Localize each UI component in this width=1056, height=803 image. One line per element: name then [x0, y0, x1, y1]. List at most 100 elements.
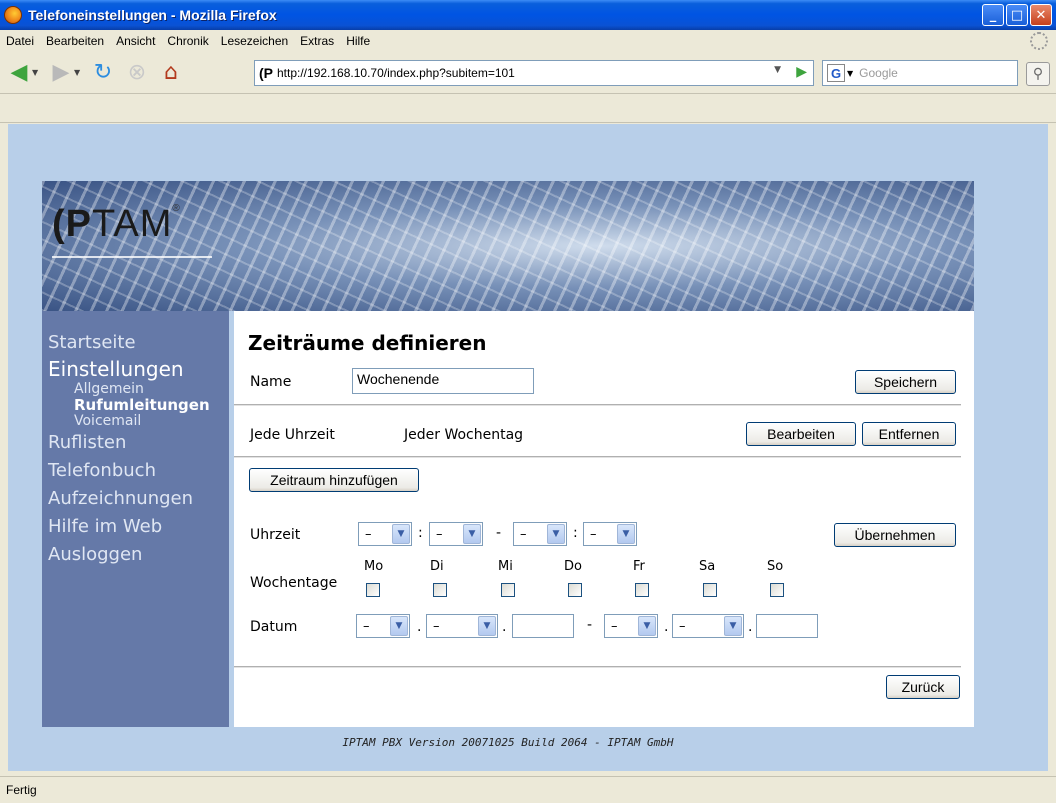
menu-bar: Datei Bearbeiten Ansicht Chronik Lesezei…: [0, 30, 1056, 52]
checkbox-so[interactable]: [770, 583, 784, 597]
rule-time-text: Jede Uhrzeit: [250, 427, 335, 443]
name-input[interactable]: Wochenende: [352, 368, 534, 394]
edit-button[interactable]: Bearbeiten: [746, 422, 856, 446]
time-to-minute-select[interactable]: – ▼: [583, 522, 637, 546]
apply-button[interactable]: Übernehmen: [834, 523, 956, 547]
iptam-logo: (PTAM®: [52, 203, 181, 245]
menu-hilfe[interactable]: Hilfe: [340, 34, 376, 48]
date-to-day-select[interactable]: – ▼: [604, 614, 658, 638]
search-engine-dropdown-icon[interactable]: ▼: [847, 69, 853, 78]
menu-lesezeichen[interactable]: Lesezeichen: [215, 34, 294, 48]
back-icon[interactable]: ◀: [4, 58, 34, 88]
checkbox-mo[interactable]: [366, 583, 380, 597]
checkbox-do[interactable]: [568, 583, 582, 597]
weekdays-label: Wochentage: [250, 575, 338, 591]
checkbox-sa[interactable]: [703, 583, 717, 597]
url-text[interactable]: http://192.168.10.70/index.php?subitem=1…: [277, 66, 515, 80]
checkbox-di[interactable]: [433, 583, 447, 597]
checkbox-mi[interactable]: [501, 583, 515, 597]
date-to-year-input[interactable]: [756, 614, 818, 638]
menu-bearbeiten[interactable]: Bearbeiten: [40, 34, 110, 48]
date-from-day-select[interactable]: – ▼: [356, 614, 410, 638]
close-button[interactable]: ✕: [1030, 4, 1052, 26]
chevron-down-icon: ▼: [478, 616, 496, 636]
back-history-dropdown-icon[interactable]: ▼: [32, 68, 42, 77]
day-label-sa: Sa: [699, 559, 716, 574]
window-title-bar: Telefoneinstellungen - Mozilla Firefox _…: [0, 0, 1056, 30]
time-from-hour-select[interactable]: – ▼: [358, 522, 412, 546]
status-text: Fertig: [6, 783, 37, 797]
day-label-mo: Mo: [364, 559, 384, 574]
time-from-minute-select[interactable]: – ▼: [429, 522, 483, 546]
date-label: Datum: [250, 619, 298, 635]
divider: [234, 456, 961, 458]
chevron-down-icon: ▼: [463, 524, 481, 544]
status-bar: Fertig: [0, 776, 1056, 803]
bookmarks-toolbar: [0, 95, 1056, 123]
chevron-down-icon: ▼: [392, 524, 410, 544]
sidebar-item-ausloggen[interactable]: Ausloggen: [48, 541, 229, 569]
name-label: Name: [250, 374, 292, 390]
date-from-year-input[interactable]: [512, 614, 574, 638]
checkbox-fr[interactable]: [635, 583, 649, 597]
maximize-button[interactable]: □: [1006, 4, 1028, 26]
minimize-button[interactable]: _: [982, 4, 1004, 26]
sidebar-item-startseite[interactable]: Startseite: [48, 329, 229, 357]
sidebar-item-hilfe-im-web[interactable]: Hilfe im Web: [48, 513, 229, 541]
divider: [234, 666, 961, 668]
page-title: Zeiträume definieren: [248, 331, 487, 355]
chevron-down-icon: ▼: [638, 616, 656, 636]
sidebar-sub-allgemein[interactable]: Allgemein: [48, 381, 229, 397]
stop-icon[interactable]: ⊗: [122, 58, 152, 88]
throbber-icon: [1030, 32, 1048, 50]
page-viewport: (PTAM® Startseite Einstellungen Allgemei…: [8, 124, 1048, 771]
add-period-button[interactable]: Zeitraum hinzufügen: [249, 468, 419, 492]
day-label-so: So: [767, 559, 784, 574]
sidebar-sub-voicemail[interactable]: Voicemail: [48, 413, 229, 429]
version-footer: IPTAM PBX Version 20071025 Build 2064 - …: [342, 736, 674, 749]
home-icon[interactable]: ⌂: [156, 58, 186, 88]
chevron-down-icon: ▼: [390, 616, 408, 636]
menu-extras[interactable]: Extras: [294, 34, 340, 48]
url-bar[interactable]: (P http://192.168.10.70/index.php?subite…: [254, 60, 814, 86]
date-from-month-select[interactable]: – ▼: [426, 614, 498, 638]
day-label-fr: Fr: [633, 559, 645, 574]
menu-ansicht[interactable]: Ansicht: [110, 34, 161, 48]
reload-icon[interactable]: ↻: [88, 58, 118, 88]
search-bar[interactable]: G ▼ Google: [822, 60, 1018, 86]
sidebar-item-ruflisten[interactable]: Ruflisten: [48, 429, 229, 457]
menu-chronik[interactable]: Chronik: [161, 34, 214, 48]
day-label-do: Do: [564, 559, 582, 574]
sidebar-item-einstellungen[interactable]: Einstellungen: [48, 357, 229, 381]
firefox-icon: [4, 6, 22, 24]
time-to-hour-select[interactable]: – ▼: [513, 522, 567, 546]
sidebar-item-aufzeichnungen[interactable]: Aufzeichnungen: [48, 485, 229, 513]
search-placeholder: Google: [859, 66, 898, 80]
chevron-down-icon: ▼: [547, 524, 565, 544]
url-dropdown-icon[interactable]: ▼: [774, 65, 781, 75]
day-label-di: Di: [430, 559, 444, 574]
navigation-toolbar: ◀ ▼ ▶ ▼ ↻ ⊗ ⌂ (P http://192.168.10.70/in…: [0, 52, 1056, 94]
sidebar-sub-rufumleitungen[interactable]: Rufumleitungen: [48, 397, 229, 413]
go-icon[interactable]: ▶: [796, 64, 807, 80]
main-content: Zeiträume definieren Name Wochenende Spe…: [234, 311, 974, 727]
sidebar-item-telefonbuch[interactable]: Telefonbuch: [48, 457, 229, 485]
chevron-down-icon: ▼: [724, 616, 742, 636]
divider: [234, 404, 961, 406]
logo-underline: [52, 256, 212, 258]
forward-history-dropdown-icon[interactable]: ▼: [74, 68, 84, 77]
remove-button[interactable]: Entfernen: [862, 422, 956, 446]
time-label: Uhrzeit: [250, 527, 301, 543]
search-engine-icon[interactable]: G: [827, 64, 845, 82]
rule-day-text: Jeder Wochentag: [404, 427, 524, 443]
search-icon[interactable]: ⚲: [1026, 62, 1050, 86]
back-button[interactable]: Zurück: [886, 675, 960, 699]
menu-datei[interactable]: Datei: [0, 34, 40, 48]
forward-icon[interactable]: ▶: [46, 58, 76, 88]
date-to-month-select[interactable]: – ▼: [672, 614, 744, 638]
save-button[interactable]: Speichern: [855, 370, 956, 394]
chevron-down-icon: ▼: [617, 524, 635, 544]
site-favicon: (P: [259, 65, 273, 81]
day-label-mi: Mi: [498, 559, 513, 574]
header-banner: (PTAM®: [42, 181, 974, 311]
